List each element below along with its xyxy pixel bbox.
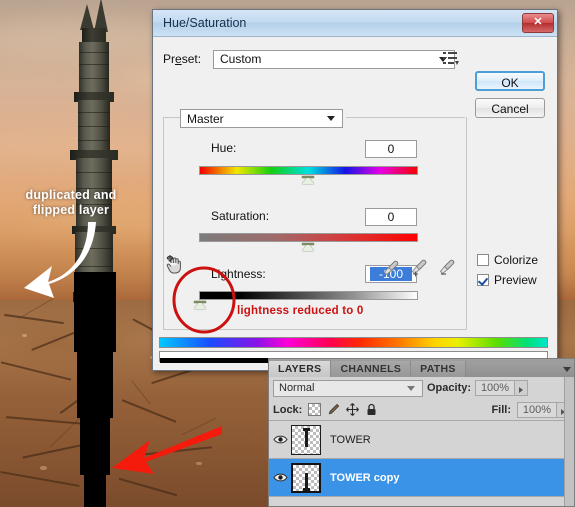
flipped-layer-silhouette: [84, 470, 106, 507]
eye-icon[interactable]: [269, 421, 291, 458]
blend-mode-combo[interactable]: Normal: [273, 379, 423, 397]
channel-combo[interactable]: Master: [180, 109, 343, 128]
tabbar-filler: [465, 361, 560, 377]
lock-position-icon[interactable]: [346, 403, 360, 416]
hue-saturation-dialog: Hue/Saturation ✕ Preset: Custom OK Cance…: [152, 9, 558, 371]
annotation-red-circle: [172, 266, 236, 334]
input-color-bar: [159, 337, 548, 348]
layer-name: TOWER copy: [330, 471, 400, 484]
chevron-down-icon: [327, 116, 335, 121]
curved-arrow-icon: [24, 222, 96, 298]
saturation-slider-thumb[interactable]: [302, 243, 314, 251]
saturation-slider-track[interactable]: [199, 233, 418, 242]
hue-value-field[interactable]: 0: [365, 140, 417, 158]
hue-label: Hue:: [211, 141, 237, 155]
colorize-checkbox-row[interactable]: Colorize: [477, 253, 538, 267]
saturation-value-field[interactable]: 0: [365, 208, 417, 226]
opacity-value[interactable]: 100%: [475, 380, 516, 396]
dialog-title: Hue/Saturation: [163, 16, 247, 30]
flipped-layer-silhouette: [77, 350, 113, 418]
colorize-checkbox[interactable]: [477, 254, 489, 266]
eye-icon[interactable]: [269, 459, 291, 496]
hue-slider-thumb[interactable]: [302, 176, 314, 184]
fill-value[interactable]: 100%: [517, 401, 557, 418]
channel-value: Master: [187, 111, 224, 126]
table-row[interactable]: TOWER copy: [269, 459, 574, 497]
lock-transparency-icon[interactable]: [308, 403, 322, 416]
on-image-adjust-hand-icon[interactable]: [165, 255, 185, 275]
layers-panel: LAYERS CHANNELS PATHS Normal Opacity: 10…: [268, 358, 575, 507]
close-icon[interactable]: ✕: [522, 13, 554, 33]
panel-menu-icon[interactable]: [560, 361, 574, 377]
preset-value: Custom: [220, 52, 262, 66]
tab-channels[interactable]: CHANNELS: [331, 361, 412, 377]
dialog-titlebar[interactable]: Hue/Saturation ✕: [153, 10, 557, 37]
red-arrow-icon: [112, 426, 222, 474]
lock-image-icon[interactable]: [327, 403, 340, 416]
blend-mode-row: Normal Opacity: 100%: [269, 377, 574, 399]
tab-paths[interactable]: PATHS: [411, 361, 466, 377]
panel-tabbar: LAYERS CHANNELS PATHS: [269, 359, 574, 377]
lock-all-icon[interactable]: [365, 403, 378, 416]
colorize-label: Colorize: [494, 253, 539, 267]
eyedropper-icon[interactable]: [382, 259, 400, 277]
ok-button[interactable]: OK: [475, 71, 545, 91]
lock-row: Lock: Fill: 100%: [269, 399, 574, 421]
preview-label: Preview: [494, 273, 537, 287]
preview-checkbox[interactable]: [477, 274, 489, 286]
opacity-stepper-icon[interactable]: [515, 380, 529, 396]
table-row[interactable]: TOWER: [269, 421, 574, 459]
layer-name: TOWER: [330, 433, 371, 446]
preset-menu-icon[interactable]: [441, 49, 459, 67]
layers-scrollbar[interactable]: [564, 377, 574, 506]
eyedropper-plus-icon[interactable]: [410, 259, 428, 277]
eyedropper-minus-icon[interactable]: [438, 259, 456, 277]
flipped-layer-silhouette: [80, 415, 110, 475]
saturation-label: Saturation:: [211, 209, 270, 223]
fill-label: Fill:: [491, 403, 511, 416]
blend-mode-value: Normal: [279, 382, 315, 394]
preset-combo[interactable]: Custom: [213, 49, 455, 69]
preset-label: Preset:: [163, 52, 202, 66]
cancel-button[interactable]: Cancel: [475, 98, 545, 118]
annotation-lightness-reduced: lightness reduced to 0: [237, 305, 364, 317]
hue-slider-track[interactable]: [199, 166, 418, 175]
annotation-duplicated-flipped-layer: duplicated and flipped layer: [25, 188, 117, 217]
layer-thumbnail[interactable]: [291, 424, 321, 455]
tab-layers[interactable]: LAYERS: [269, 361, 332, 377]
preset-row: Preset: Custom: [163, 49, 455, 69]
chevron-down-icon: [407, 385, 415, 391]
opacity-label: Opacity:: [427, 382, 472, 394]
layer-thumbnail[interactable]: [291, 462, 321, 493]
lock-label: Lock:: [273, 403, 303, 416]
preview-checkbox-row[interactable]: Preview: [477, 273, 537, 287]
